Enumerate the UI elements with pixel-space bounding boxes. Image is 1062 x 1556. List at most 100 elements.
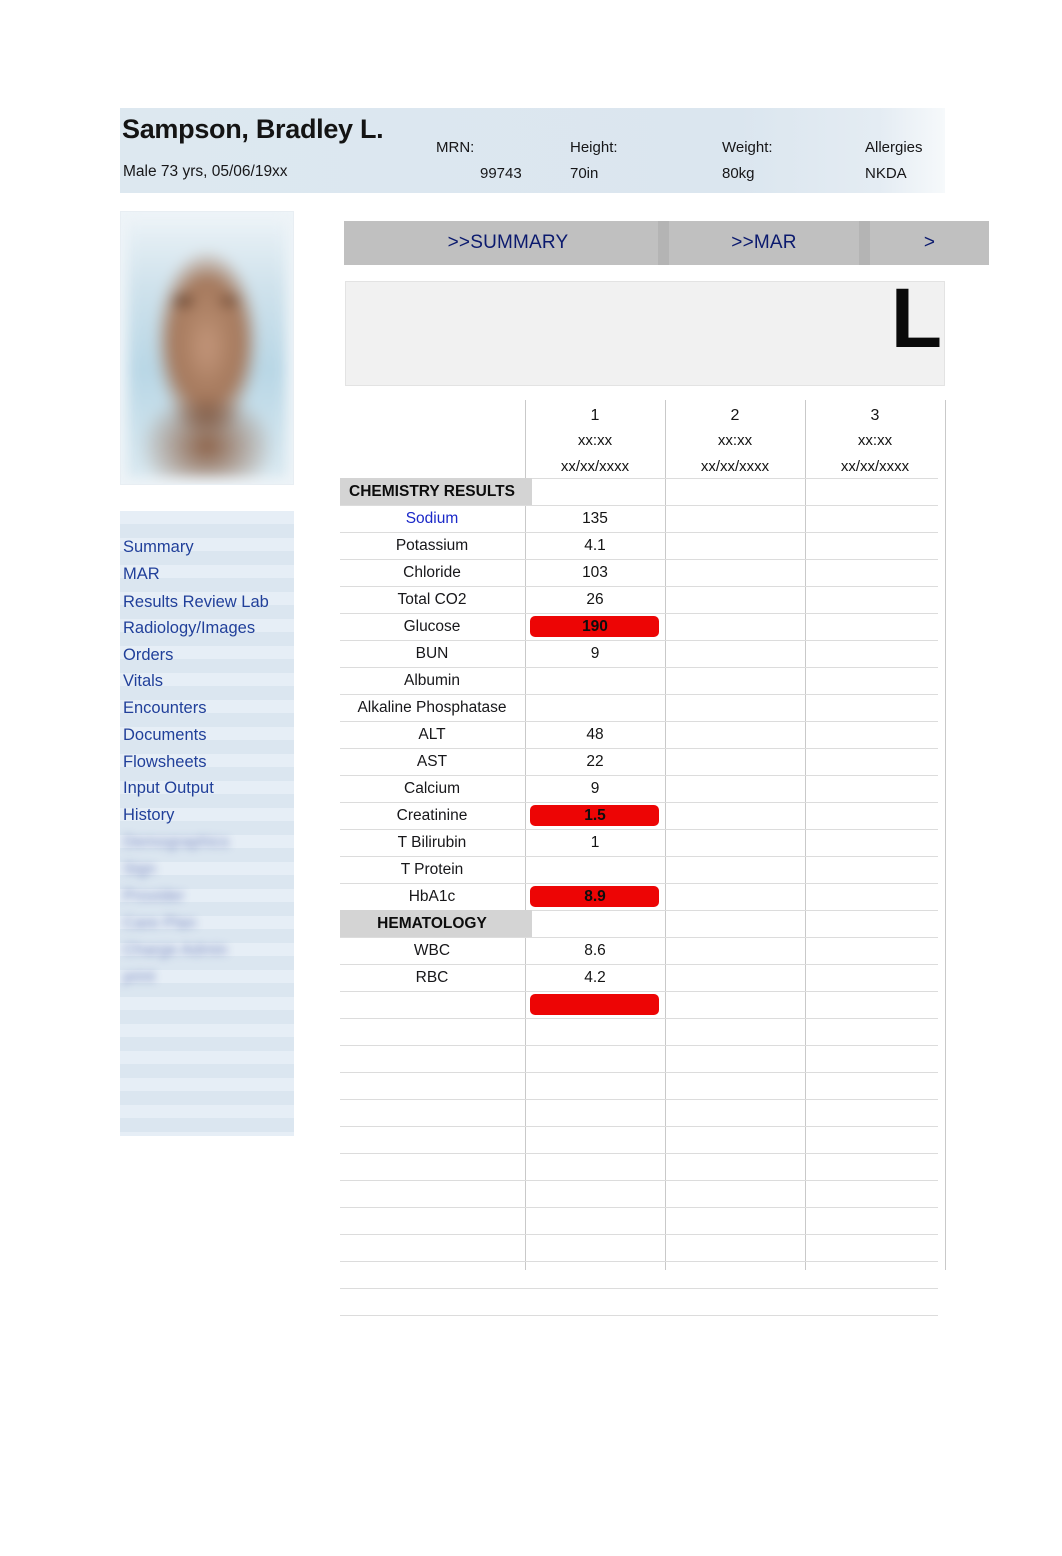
sidebar-item-input-output[interactable]: Input Output [123, 780, 214, 797]
table-column-divider-3 [945, 400, 946, 1270]
column-header-time-1: xx:xx [577, 432, 613, 449]
lab-result-cell[interactable]: 26 [525, 591, 665, 608]
table-row-divider [340, 1099, 938, 1100]
table-row-divider [340, 1018, 938, 1019]
content-panel: L [345, 281, 945, 386]
lab-row-label: Creatinine [396, 806, 468, 824]
sidebar-item-vitals[interactable]: Vitals [123, 673, 163, 690]
lab-result-cell[interactable]: 48 [525, 726, 665, 743]
tab-summary[interactable]: >>SUMMARY [358, 221, 658, 265]
lab-row-label: RBC [415, 968, 449, 986]
table-row-divider [340, 937, 938, 938]
sidebar-item-history[interactable]: History [123, 807, 174, 824]
patient-field-label-0: MRN: [436, 139, 475, 156]
patient-field-label-1: Height: [570, 139, 618, 156]
table-row-divider [340, 721, 938, 722]
lab-row-label: T Protein [400, 860, 464, 878]
tab-separator [658, 221, 669, 265]
sidebar-item-encounters[interactable]: Encounters [123, 700, 206, 717]
sidebar-item-summary[interactable]: Summary [123, 539, 194, 556]
lab-row-label: ALT [418, 725, 446, 743]
lab-result-cell[interactable]: 4.1 [525, 537, 665, 554]
table-row-divider [340, 829, 938, 830]
sidebar-item-redacted-0[interactable]: Demographics [123, 834, 229, 851]
table-row-divider [340, 991, 938, 992]
lab-result-cell[interactable]: 8.6 [525, 942, 665, 959]
lab-result-cell[interactable]: 1.5 [525, 807, 665, 824]
lab-row-label: Albumin [404, 671, 460, 689]
sidebar-item-radiology-images[interactable]: Radiology/Images [123, 620, 255, 637]
lab-row-label[interactable]: Sodium [340, 510, 524, 527]
patient-name: Sampson, Bradley L. [122, 114, 384, 144]
table-row-divider [340, 1288, 938, 1289]
sidebar-item-results-review-lab[interactable]: Results Review Lab [123, 594, 269, 611]
table-row-divider [340, 748, 938, 749]
patient-field-value-0: 99743 [480, 165, 522, 182]
patient-photo [121, 212, 293, 484]
patient-field-label-3: Allergies [865, 139, 923, 156]
lab-result-cell[interactable]: 9 [525, 645, 665, 662]
sidebar-row-stripe [120, 511, 294, 524]
lab-row-label: HbA1c [408, 887, 456, 905]
content-panel-letter: L [890, 281, 942, 365]
patient-photo-image [128, 222, 286, 477]
sidebar-row-stripe [120, 1051, 294, 1064]
lab-row-label: Potassium [395, 536, 469, 554]
sidebar-item-mar[interactable]: MAR [123, 566, 160, 583]
column-header-time-3: xx:xx [857, 432, 893, 449]
sidebar-item-redacted-5[interactable]: print [123, 969, 155, 986]
lab-result-cell[interactable]: 8.9 [525, 888, 665, 905]
table-row-divider [340, 1261, 938, 1262]
patient-field-value-1: 70in [570, 165, 599, 182]
table-row-divider [340, 775, 938, 776]
sidebar-item-flowsheets[interactable]: Flowsheets [123, 754, 206, 771]
tab-separator [859, 221, 870, 265]
lab-row-label: Alkaline Phosphatase [357, 698, 507, 716]
table-row-divider [340, 613, 938, 614]
sidebar-row-stripe [120, 997, 294, 1010]
table-row-divider [340, 883, 938, 884]
table-row-divider [340, 667, 938, 668]
tab-mar[interactable]: >>MAR [669, 221, 859, 265]
table-row-divider [340, 559, 938, 560]
patient-demographics: Male 73 yrs, 05/06/19xx [123, 163, 288, 180]
lab-result-cell[interactable]: 9 [525, 780, 665, 797]
column-header-date-2: xx/xx/xxxx [700, 458, 770, 475]
lab-result-cell[interactable]: 135 [525, 510, 665, 527]
lab-row-label: Chloride [403, 563, 461, 581]
lab-results-table: 1 xx:xx xx/xx/xxxx 2 xx:xx xx/xx/xxxx 3 xx:xx xx… [340, 400, 946, 1316]
sidebar-navigation: Summary MAR Results Review Lab Radiology/Im… [120, 511, 294, 1136]
table-row-divider [340, 505, 938, 506]
lab-result-cell[interactable]: 1 [525, 834, 665, 851]
sidebar-row-stripe [120, 1132, 294, 1136]
lab-result-cell[interactable]: 4.2 [525, 969, 665, 986]
sidebar-item-documents[interactable]: Documents [123, 727, 206, 744]
lab-row-label: AST [416, 752, 448, 770]
sidebar-item-orders[interactable]: Orders [123, 647, 173, 664]
sidebar-item-redacted-4[interactable]: Charge Admin [123, 942, 228, 959]
tab-bar: >>SUMMARY >>MAR > [344, 221, 989, 265]
lab-row-label: WBC [413, 941, 451, 959]
table-row-divider [340, 1234, 938, 1235]
table-column-divider-2 [805, 400, 806, 1270]
sidebar-item-redacted-2[interactable]: Provider [123, 888, 184, 905]
table-column-divider-1 [665, 400, 666, 1270]
column-header-index-3: 3 [870, 407, 880, 424]
table-row-divider [340, 1126, 938, 1127]
lab-section-header: CHEMISTRY RESULTS [349, 482, 515, 500]
table-row-divider [340, 694, 938, 695]
sidebar-item-redacted-1[interactable]: Sign [123, 861, 156, 878]
lab-result-cell[interactable]: 190 [525, 618, 665, 635]
lab-result-cell[interactable]: 22 [525, 753, 665, 770]
table-row-divider [340, 1153, 938, 1154]
column-header-index-2: 2 [730, 407, 740, 424]
patient-field-label-2: Weight: [722, 139, 773, 156]
sidebar-row-stripe [120, 1024, 294, 1037]
lab-result-cell[interactable]: 103 [525, 564, 665, 581]
tab-[interactable]: > [870, 221, 989, 265]
table-row-divider [340, 964, 938, 965]
column-header-index-1: 1 [590, 407, 600, 424]
sidebar-item-redacted-3[interactable]: Care Plan [123, 915, 196, 932]
column-header-date-3: xx/xx/xxxx [840, 458, 910, 475]
patient-header-bar: Sampson, Bradley L. Male 73 yrs, 05/06/1… [120, 108, 945, 193]
